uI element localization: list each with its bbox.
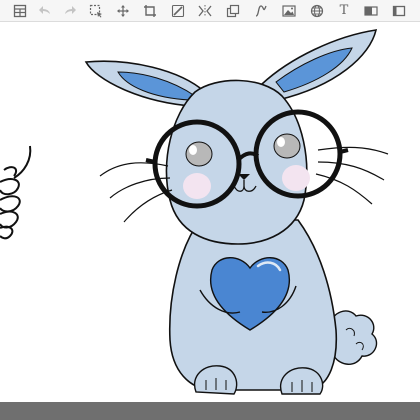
right-eye [273,133,301,159]
crop-icon[interactable] [141,2,159,20]
redo-icon[interactable] [61,2,79,20]
layers-icon[interactable] [11,2,29,20]
transform-icon[interactable] [114,2,132,20]
text-icon[interactable]: T [335,2,353,20]
selection-icon[interactable] [87,2,105,20]
right-cheek [282,165,310,191]
fill-icon[interactable] [362,2,380,20]
pen-icon[interactable] [169,2,187,20]
bottom-bar [0,402,420,420]
fullscreen-icon[interactable] [390,2,408,20]
drawing-canvas[interactable] [0,22,420,402]
toolbar: T [0,0,420,22]
clone-icon[interactable] [224,2,242,20]
image-icon[interactable] [280,2,298,20]
undo-icon[interactable] [36,2,54,20]
left-eye [185,141,213,167]
spiral-scribble [0,145,32,240]
curve-icon[interactable] [252,2,270,20]
artwork [0,29,389,395]
globe-icon[interactable] [308,2,326,20]
left-cheek [183,173,211,199]
text-tool-glyph: T [339,3,349,18]
symmetry-icon[interactable] [196,2,214,20]
